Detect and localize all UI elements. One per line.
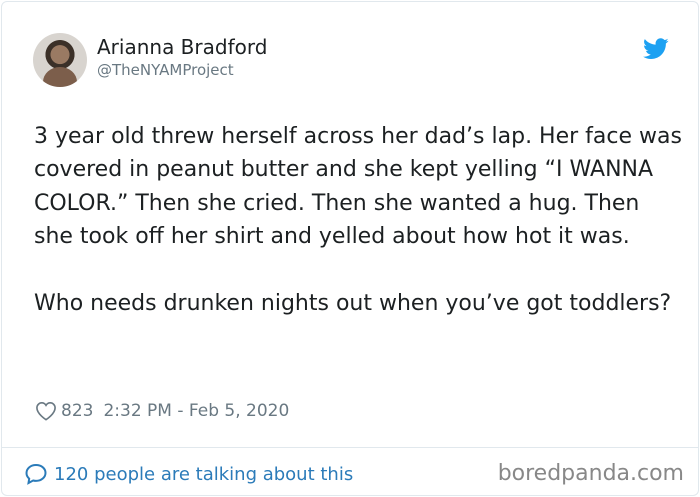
divider bbox=[2, 447, 698, 448]
tweet-meta: 823 2:32 PM - Feb 5, 2020 bbox=[35, 398, 289, 424]
tweet-card: Arianna Bradford @TheNYAMProject 3 year … bbox=[1, 1, 699, 496]
speech-bubble-icon bbox=[25, 463, 47, 485]
tweet-header: Arianna Bradford @TheNYAMProject bbox=[33, 33, 683, 91]
avatar[interactable] bbox=[33, 33, 87, 87]
author-name[interactable]: Arianna Bradford bbox=[97, 35, 267, 59]
like-count[interactable]: 823 bbox=[61, 401, 93, 421]
watermark: boredpanda.com bbox=[497, 461, 684, 486]
avatar-silhouette bbox=[43, 67, 77, 87]
tweet-footer[interactable]: 120 people are talking about this bbox=[24, 460, 353, 488]
heart-icon[interactable] bbox=[35, 401, 57, 421]
conversation-link[interactable]: 120 people are talking about this bbox=[54, 464, 353, 485]
twitter-bird-icon[interactable] bbox=[643, 38, 669, 60]
tweet-timestamp[interactable]: 2:32 PM - Feb 5, 2020 bbox=[103, 401, 289, 421]
tweet-text: 3 year old threw herself across her dad’… bbox=[34, 124, 682, 317]
author-handle[interactable]: @TheNYAMProject bbox=[97, 61, 234, 79]
